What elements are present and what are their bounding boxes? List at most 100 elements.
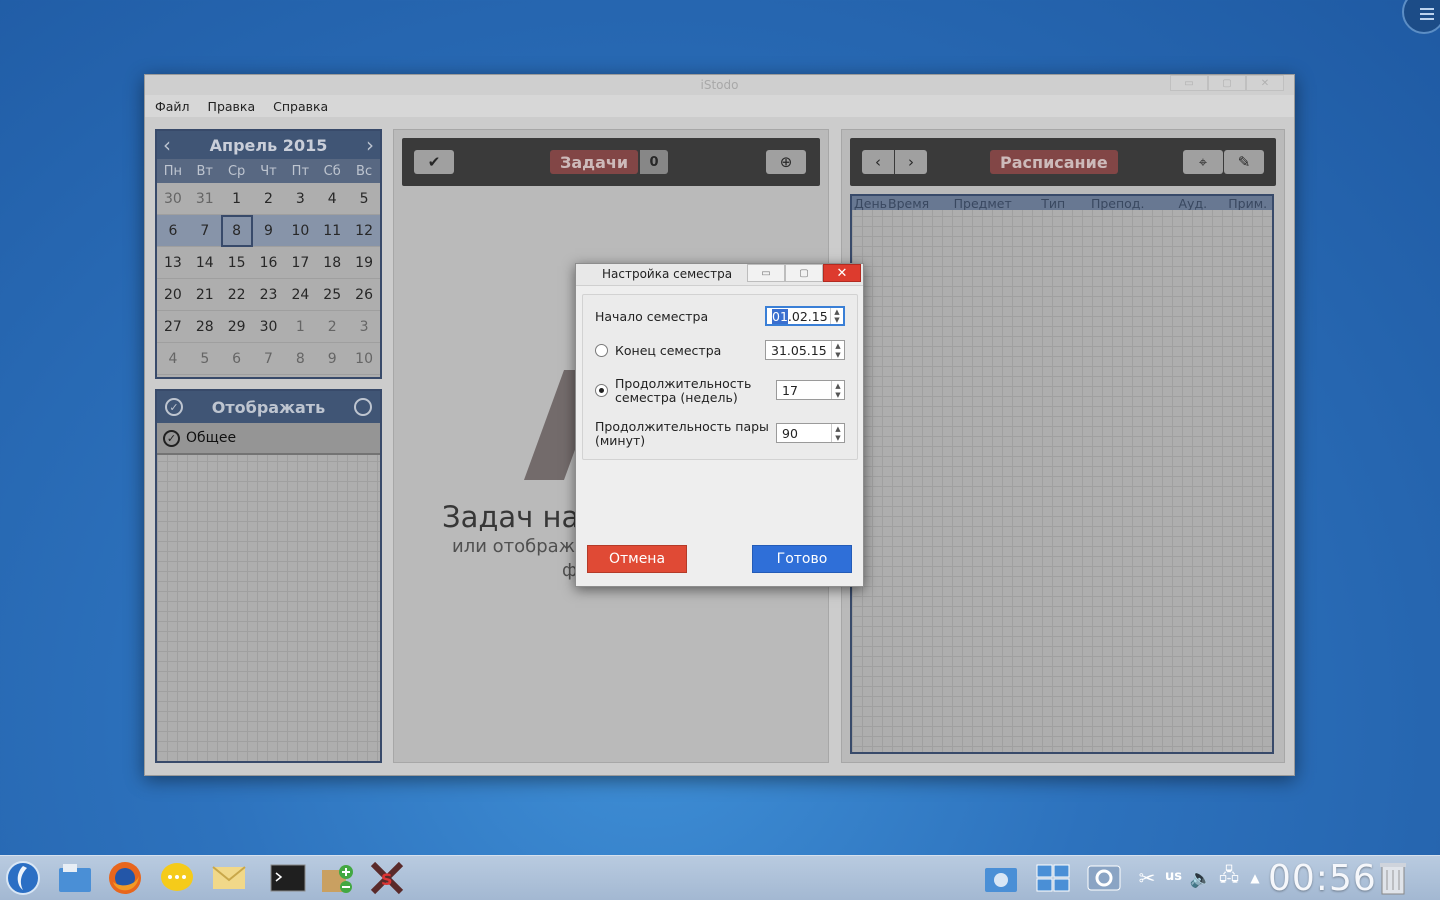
duration-weeks-field[interactable]: 17 ▲ ▼ <box>776 380 845 400</box>
scissors-icon[interactable]: ✂ <box>1128 859 1166 897</box>
check-all-icon[interactable]: ✓ <box>165 398 183 416</box>
calendar-day[interactable]: 7 <box>188 215 221 247</box>
app-menu-icon[interactable] <box>4 859 42 897</box>
calendar-day[interactable]: 18 <box>316 247 349 279</box>
downloads-icon[interactable] <box>982 859 1020 897</box>
calendar-day[interactable]: 4 <box>157 343 189 375</box>
clock[interactable]: 00:56 <box>1268 858 1377 899</box>
prev-week-button[interactable]: ‹ <box>862 150 894 174</box>
menu-file[interactable]: Файл <box>155 99 190 114</box>
calendar-day[interactable]: 26 <box>348 279 380 311</box>
calendar-day[interactable]: 29 <box>220 311 253 343</box>
close-button[interactable]: ✕ <box>1246 75 1284 91</box>
calendar-day[interactable]: 14 <box>188 247 221 279</box>
column-header: День <box>854 196 887 210</box>
firefox-icon[interactable] <box>106 859 144 897</box>
calendar-day[interactable]: 9 <box>316 343 349 375</box>
calendar-day[interactable]: 5 <box>188 343 221 375</box>
calendar-day[interactable]: 17 <box>284 247 317 279</box>
next-month-icon[interactable]: › <box>366 133 374 157</box>
calendar-day[interactable]: 6 <box>157 215 189 247</box>
calendar-day[interactable]: 2 <box>316 311 349 343</box>
package-installer-icon[interactable] <box>318 859 356 897</box>
calendar-day[interactable]: 27 <box>157 311 189 343</box>
schedule-header: День Время Предмет Тип Препод. Ауд. Прим… <box>852 196 1272 210</box>
cancel-button[interactable]: Отмена <box>587 545 687 573</box>
calendar-day[interactable]: 15 <box>220 247 253 279</box>
messenger-icon[interactable] <box>158 859 196 897</box>
desktop-toolbox-button[interactable] <box>1402 0 1440 34</box>
calendar-day[interactable]: 10 <box>348 343 380 375</box>
trash-icon[interactable] <box>1374 859 1412 897</box>
calendar-day[interactable]: 10 <box>284 215 317 247</box>
display-item-general[interactable]: ✓ Общее <box>157 423 380 455</box>
calendar-day[interactable]: 3 <box>284 183 317 215</box>
dialog-minimize-button[interactable]: ▭ <box>747 264 785 282</box>
minimize-button[interactable]: ▭ <box>1170 75 1208 91</box>
spin-arrows-icon[interactable]: ▲ ▼ <box>831 341 844 359</box>
maximize-button[interactable]: ▢ <box>1208 75 1246 91</box>
calendar-day[interactable]: 1 <box>220 183 253 215</box>
pair-minutes-field[interactable]: 90 ▲ ▼ <box>776 423 845 443</box>
istodo-icon[interactable]: S <box>368 859 406 897</box>
duration-radio[interactable] <box>595 384 608 397</box>
menu-edit[interactable]: Правка <box>208 99 256 114</box>
uncheck-all-icon[interactable] <box>354 398 372 416</box>
calendar-day[interactable]: 24 <box>284 279 317 311</box>
calendar-day[interactable]: 5 <box>348 183 380 215</box>
calendar-day[interactable]: 20 <box>157 279 189 311</box>
dialog-maximize-button[interactable]: ▢ <box>785 264 823 282</box>
calendar-day[interactable]: 4 <box>316 183 349 215</box>
calendar-day[interactable]: 16 <box>252 247 285 279</box>
calendar-day[interactable]: 12 <box>348 215 380 247</box>
prev-month-icon[interactable]: ‹ <box>163 133 171 157</box>
menu-help[interactable]: Справка <box>273 99 328 114</box>
calendar-day[interactable]: 30 <box>157 183 189 215</box>
terminal-icon[interactable] <box>269 859 307 897</box>
location-button[interactable]: ⌖ <box>1183 150 1223 174</box>
calendar-day[interactable]: 28 <box>188 311 221 343</box>
calendar-day[interactable]: 8 <box>284 343 317 375</box>
calendar-day[interactable]: 9 <box>252 215 285 247</box>
schedule-label: Расписание <box>990 150 1118 174</box>
spin-arrows-icon[interactable]: ▲ ▼ <box>830 308 843 324</box>
dialog-titlebar[interactable]: Настройка семестра ▭ ▢ ✕ <box>576 264 863 286</box>
keyboard-layout[interactable]: us <box>1165 869 1182 884</box>
calendar-day[interactable]: 7 <box>252 343 285 375</box>
calendar-day[interactable]: 6 <box>220 343 253 375</box>
schedule-toolbar: ‹ › Расписание ⌖ ✎ <box>850 138 1276 186</box>
calendar-day[interactable]: 25 <box>316 279 349 311</box>
calendar-day[interactable]: 3 <box>348 311 380 343</box>
check-icon: ✓ <box>163 429 180 447</box>
calendar-day[interactable]: 22 <box>220 279 253 311</box>
calendar-day[interactable]: 31 <box>188 183 221 215</box>
mail-icon[interactable] <box>210 859 248 897</box>
start-date-field[interactable]: 01.02.15 ▲ ▼ <box>765 306 845 326</box>
empty-tasks-title: Задач на <box>442 500 580 534</box>
complete-task-button[interactable]: ✔ <box>414 150 454 174</box>
window-titlebar[interactable]: iStodo ▭ ▢ ✕ <box>145 75 1294 95</box>
file-manager-icon[interactable] <box>56 859 94 897</box>
calendar-day[interactable]: 13 <box>157 247 189 279</box>
calendar-day[interactable]: 19 <box>348 247 380 279</box>
calendar-day[interactable]: 8 <box>220 215 253 247</box>
spin-arrows-icon[interactable]: ▲ ▼ <box>831 381 844 399</box>
calendar-day[interactable]: 30 <box>252 311 285 343</box>
end-date-radio[interactable] <box>595 344 608 357</box>
calendar-day[interactable]: 2 <box>252 183 285 215</box>
calendar-day[interactable]: 1 <box>284 311 317 343</box>
dialog-close-button[interactable]: ✕ <box>823 264 861 282</box>
pair-label-line1: Продолжительность пары <box>595 419 769 434</box>
desktop-pager-icon[interactable] <box>1034 859 1072 897</box>
settings-icon[interactable] <box>1085 859 1123 897</box>
calendar-day[interactable]: 21 <box>188 279 221 311</box>
calendar-day[interactable]: 23 <box>252 279 285 311</box>
add-task-button[interactable]: ⊕ <box>766 150 806 174</box>
spin-arrows-icon[interactable]: ▲ ▼ <box>831 424 844 442</box>
ok-button[interactable]: Готово <box>752 545 852 573</box>
calendar-day[interactable]: 11 <box>316 215 349 247</box>
edit-schedule-button[interactable]: ✎ <box>1224 150 1264 174</box>
next-week-button[interactable]: › <box>895 150 927 174</box>
weekday: Вт <box>196 163 214 179</box>
end-date-field[interactable]: 31.05.15 ▲ ▼ <box>765 340 845 360</box>
